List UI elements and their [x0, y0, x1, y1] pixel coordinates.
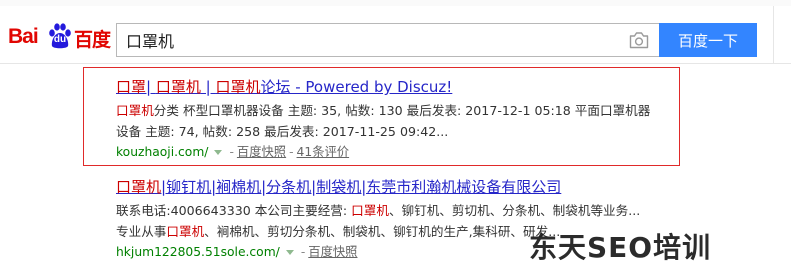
scrollbar-edge: [773, 6, 774, 64]
abstract-text: 分类 杯型口罩机器设备 主题: 35, 帖数: 130 最后发表: 2017-1…: [153, 103, 651, 118]
title-text: |铆钉机|裥棉机|分条机|制袋机|东莞市利瀚机械设备有限公司: [161, 178, 562, 196]
result-title-link[interactable]: 口罩机|铆钉机|裥棉机|分条机|制袋机|东莞市利瀚机械设备有限公司: [116, 178, 561, 196]
title-text: |: [146, 78, 156, 96]
watermark-text: 东天SEO培训: [529, 231, 712, 264]
title-text: |: [200, 78, 216, 96]
logo-text-cn: 百度: [74, 29, 111, 51]
abstract-text: 联系电话:4006643330 本公司主要经营:: [116, 203, 352, 218]
search-header: Bai du 百度 百度一下: [0, 6, 791, 64]
result-url[interactable]: kouzhaoji.com/: [116, 145, 208, 159]
abstract-highlight: 口罩机: [166, 224, 205, 239]
title-highlight: 口罩: [116, 78, 147, 96]
result-meta: kouzhaoji.com/- 百度快照 -41条评价: [116, 145, 350, 159]
abstract-text: 、铆钉机、剪切机、分条机、制袋机等业务...: [388, 203, 641, 218]
logo-text-du: du: [53, 34, 67, 45]
snapshot-link[interactable]: 百度快照: [237, 145, 286, 159]
abstract-line: 联系电话:4006643330 本公司主要经营: 口罩机、铆钉机、剪切机、分条机…: [116, 200, 640, 221]
caret-down-icon[interactable]: [214, 149, 223, 155]
camera-icon[interactable]: [629, 31, 649, 49]
search-input[interactable]: [117, 24, 617, 56]
search-button[interactable]: 百度一下: [659, 23, 757, 57]
abstract-line: 设备 主题: 74, 帖数: 258 最后发表: 2017-11-25 09:4…: [116, 121, 650, 142]
result-title-link[interactable]: 口罩| 口罩机 | 口罩机论坛 - Powered by Discuz!: [116, 78, 452, 96]
title-highlight: 口罩机: [116, 178, 162, 196]
title-text: 论坛 - Powered by Discuz!: [260, 78, 453, 96]
abstract-highlight: 口罩机: [116, 103, 154, 118]
reviews-link[interactable]: 41条评价: [297, 145, 350, 159]
logo-text-latin: Bai: [8, 25, 39, 48]
abstract-text: 、裥棉机、剪切分条机、制袋机、铆钉机的生产,集科研、研发...: [204, 224, 561, 239]
title-highlight: 口罩机: [215, 78, 261, 96]
result-abstract: 口罩机分类 杯型口罩机器设备 主题: 35, 帖数: 130 最后发表: 201…: [116, 100, 650, 142]
search-box: [116, 23, 659, 57]
caret-down-icon[interactable]: [285, 249, 294, 255]
abstract-highlight: 口罩机: [351, 203, 389, 218]
title-highlight: 口罩机: [155, 78, 201, 96]
abstract-text: 设备 主题: 74, 帖数: 258 最后发表: 2017-11-25 09:4…: [116, 124, 449, 139]
abstract-line: 口罩机分类 杯型口罩机器设备 主题: 35, 帖数: 130 最后发表: 201…: [116, 100, 650, 121]
result-item: 口罩| 口罩机 | 口罩机论坛 - Powered by Discuz! 口罩机…: [116, 78, 650, 161]
snapshot-link[interactable]: 百度快照: [308, 245, 357, 259]
abstract-text: 专业从事: [116, 224, 167, 239]
result-url[interactable]: hkjum122805.51sole.com/: [116, 245, 280, 259]
baidu-logo[interactable]: Bai du 百度: [8, 22, 112, 51]
